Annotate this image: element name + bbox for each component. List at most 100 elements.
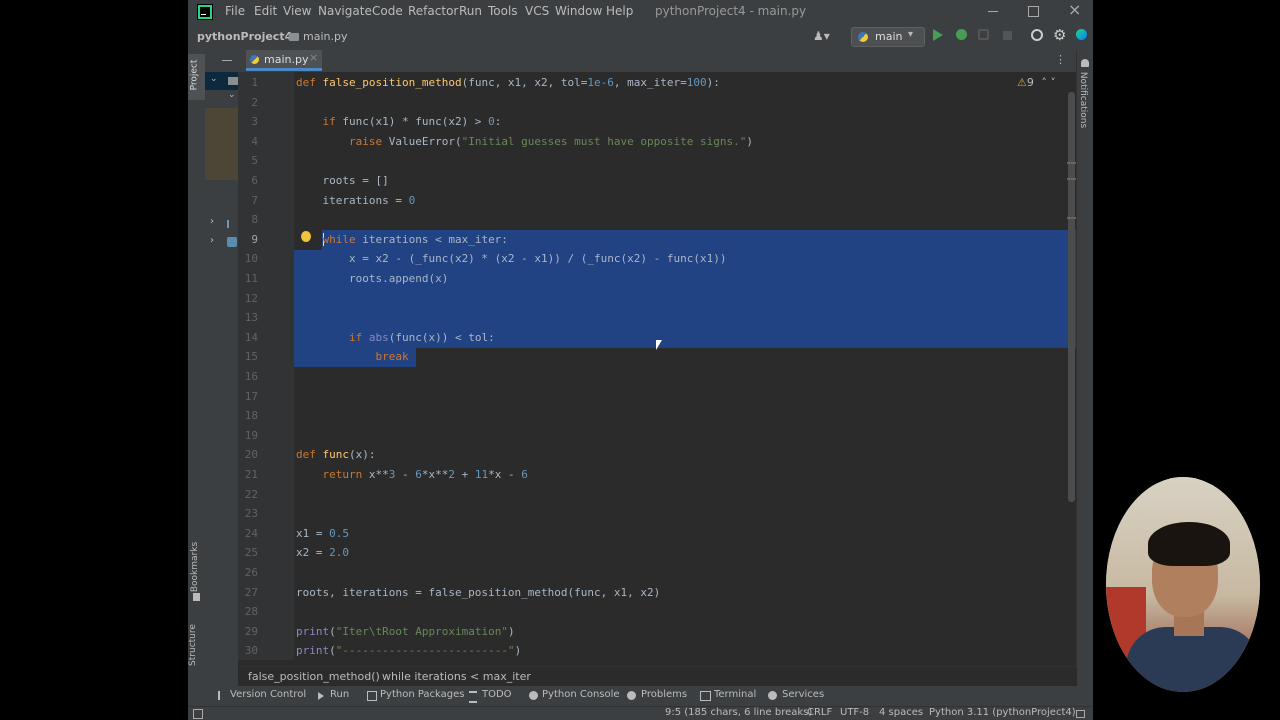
code-line: print("-------------------------")	[296, 644, 521, 657]
menu-file[interactable]: File	[225, 4, 245, 18]
menu-code[interactable]: Code	[372, 4, 403, 18]
editor-scrollbar[interactable]	[1068, 92, 1075, 502]
chevron-down-icon[interactable]: ⌄	[228, 90, 236, 100]
webcam-overlay	[1106, 477, 1260, 692]
menu-view[interactable]: View	[283, 4, 311, 18]
nav-file[interactable]: main.py	[303, 30, 347, 43]
tool-python-packages[interactable]: Python Packages	[380, 689, 465, 700]
nav-project[interactable]: pythonProject4	[197, 30, 292, 43]
vcs-icon	[218, 691, 226, 700]
python-console-icon	[529, 691, 538, 700]
code-token: roots, iterations = false_position_metho…	[296, 585, 661, 599]
line-number-gutter: 1 2 3 4 5 6 7 8 9 10 11 12 13 14 15 16 17 18 19 20 21 22 23 24 2…	[238, 72, 294, 660]
line-number: 24	[244, 526, 258, 540]
breadcrumb-function[interactable]: false_position_method()	[248, 670, 380, 683]
code-token: func(x1) * func(x2) >	[342, 115, 489, 129]
menu-refactor[interactable]: Refactor	[408, 4, 458, 18]
line-number: 23	[244, 507, 258, 521]
code-token: raise	[296, 134, 389, 148]
status-indent[interactable]: 4 spaces	[879, 707, 923, 718]
project-tree-root[interactable]: ⌄	[205, 72, 238, 90]
menu-edit[interactable]: Edit	[254, 4, 277, 18]
status-caret-position[interactable]: 9:5 (185 chars, 6 line breaks)	[665, 707, 812, 718]
line-number: 1	[251, 76, 258, 89]
line-number: 26	[244, 566, 258, 579]
inspection-widget[interactable]: ⚠9 ˄ ˅	[1017, 76, 1067, 92]
code-token: 2	[448, 468, 462, 481]
tool-window-bar: Version Control Run Python Packages TODO…	[188, 686, 1093, 706]
tool-run[interactable]: Run	[330, 689, 349, 700]
code-token: "Initial guesses must have opposite sign…	[461, 134, 747, 148]
line-number: 7	[251, 193, 258, 207]
breadcrumb-statement[interactable]: while iterations < max_iter	[382, 670, 531, 683]
code-line: iterations = 0	[296, 194, 415, 207]
collapse-icon[interactable]	[222, 60, 232, 61]
line-number: 28	[244, 605, 258, 619]
chevron-right-icon[interactable]: ›	[210, 216, 214, 227]
stop-icon[interactable]	[1003, 31, 1012, 40]
menu-run[interactable]: Run	[459, 4, 482, 18]
code-token: 0	[488, 115, 495, 129]
project-tool-button[interactable]: Project	[188, 54, 205, 100]
line-number: 27	[244, 585, 258, 599]
line-number: 18	[244, 409, 258, 423]
menu-help[interactable]: Help	[606, 4, 633, 18]
tool-version-control[interactable]: Version Control	[230, 689, 306, 700]
menu-vcs[interactable]: VCS	[525, 4, 549, 18]
tool-todo[interactable]: TODO	[482, 689, 512, 700]
debug-icon[interactable]	[956, 29, 967, 40]
line-number: 10	[244, 252, 258, 266]
tab-main-py[interactable]: main.py ×	[246, 50, 322, 71]
code-token: *x -	[488, 468, 522, 481]
more-options-icon[interactable]: ⋮	[1055, 53, 1066, 66]
code-token: false_position_method	[322, 76, 462, 89]
maximize-icon[interactable]	[1028, 6, 1039, 17]
line-number: 17	[244, 389, 258, 403]
bell-icon[interactable]	[1081, 59, 1089, 67]
run-config-label: main	[875, 30, 903, 43]
run-icon[interactable]	[933, 29, 943, 41]
status-encoding[interactable]: UTF-8	[840, 707, 869, 718]
code-token: return	[296, 468, 369, 481]
plugin-icon[interactable]	[1076, 29, 1087, 40]
code-token: 3	[388, 468, 402, 481]
minimize-icon[interactable]	[988, 11, 998, 12]
tab-close-icon[interactable]: ×	[309, 51, 318, 64]
gear-icon[interactable]: ⚙	[1053, 26, 1066, 44]
search-icon[interactable]	[1031, 29, 1043, 41]
line-number: 13	[244, 311, 258, 325]
menu-window[interactable]: Window	[555, 4, 602, 18]
code-editor[interactable]: ⚠9 ˄ ˅ def false_position_method(func, x…	[294, 72, 1077, 660]
notifications-label[interactable]: Notifications	[1078, 72, 1088, 128]
tool-problems[interactable]: Problems	[641, 689, 687, 700]
code-line: x1 = 0.5	[296, 527, 349, 540]
tool-python-console[interactable]: Python Console	[542, 689, 620, 700]
todo-icon	[469, 691, 477, 703]
code-line: def false_position_method(func, x1, x2, …	[296, 76, 720, 89]
menu-tools[interactable]: Tools	[488, 4, 518, 18]
chevron-right-icon[interactable]: ›	[210, 235, 214, 246]
tool-terminal[interactable]: Terminal	[714, 689, 756, 700]
folder-icon	[228, 77, 238, 85]
coverage-icon[interactable]	[978, 29, 989, 40]
status-line-separator[interactable]: CRLF	[807, 707, 832, 718]
close-icon[interactable]: ×	[1068, 2, 1081, 18]
code-token: )	[507, 624, 515, 638]
tool-services[interactable]: Services	[782, 689, 824, 700]
run-config-dropdown[interactable]: main ▾	[851, 27, 925, 47]
code-token: if	[296, 115, 343, 129]
structure-tool-button[interactable]: Structure	[188, 620, 205, 680]
code-token: break	[296, 350, 409, 364]
person-body	[1126, 627, 1260, 692]
status-interpreter[interactable]: Python 3.11 (pythonProject4)	[929, 707, 1076, 718]
user-icon[interactable]: ♟▾	[813, 29, 830, 43]
bookmarks-tool-button[interactable]: Bookmarks	[188, 540, 205, 601]
layout-icon[interactable]	[193, 709, 203, 719]
code-token: while	[296, 232, 363, 246]
lock-icon[interactable]	[1076, 710, 1085, 718]
menu-navigate[interactable]: Navigate	[318, 4, 372, 18]
packages-icon	[367, 691, 377, 701]
code-token: iterations < max_iter:	[362, 232, 508, 246]
code-token: abs	[368, 330, 389, 344]
chevron-down-icon: ˅	[1050, 76, 1056, 89]
